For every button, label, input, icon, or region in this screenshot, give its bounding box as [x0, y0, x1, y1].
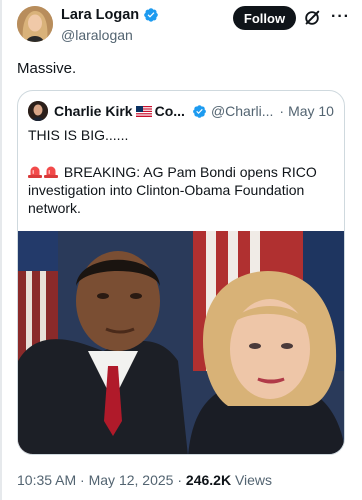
tweet-meta: 10:35 AM · May 12, 2025 · 246.2K Views	[17, 472, 272, 488]
author-name-row: Lara Logan	[61, 7, 159, 23]
more-icon[interactable]: ···	[331, 8, 350, 26]
quoted-text-line1: THIS IS BIG......	[28, 127, 129, 143]
views-count: 246.2K	[185, 472, 232, 488]
tweet-time[interactable]: 10:35 AM	[17, 472, 76, 488]
tweet-header: Lara Logan @laralogan Follow ···	[17, 6, 357, 46]
quoted-author-name-suffix: Co...	[154, 103, 185, 119]
quoted-author-name: Charlie Kirk	[54, 103, 133, 119]
author-handle[interactable]: @laralogan	[61, 27, 133, 43]
meta-separator: ·	[177, 472, 183, 488]
views-label: Views	[234, 472, 273, 488]
quoted-date[interactable]: May 10	[288, 103, 334, 119]
siren-icon	[28, 166, 42, 178]
quoted-body-text: BREAKING: AG Pam Bondi opens RICO invest…	[28, 164, 317, 216]
quoted-author-handle: @Charli...	[210, 103, 274, 119]
quoted-author-avatar	[28, 101, 48, 121]
author-display-name[interactable]: Lara Logan	[61, 7, 139, 23]
author-avatar[interactable]	[17, 6, 53, 42]
quoted-media-photo[interactable]	[18, 231, 344, 454]
quoted-text-body: BREAKING: AG Pam Bondi opens RICO invest…	[28, 163, 333, 217]
tweet-text: Massive.	[17, 60, 77, 77]
verified-badge-icon	[144, 8, 158, 22]
quoted-tweet-card[interactable]: Charlie Kirk Co... @Charli... · May 10 T…	[17, 90, 345, 455]
meta-separator: ·	[80, 472, 85, 488]
follow-button[interactable]: Follow	[233, 6, 296, 30]
siren-icon	[44, 166, 58, 178]
us-flag-icon	[135, 105, 152, 117]
quoted-verified-badge-icon	[193, 104, 206, 118]
quoted-separator: ·	[279, 103, 285, 119]
quoted-tweet-header: Charlie Kirk Co... @Charli... · May 10	[28, 101, 338, 121]
grok-icon[interactable]	[303, 9, 321, 27]
tweet-date[interactable]: May 12, 2025	[89, 472, 174, 488]
frame-edge	[0, 0, 2, 500]
